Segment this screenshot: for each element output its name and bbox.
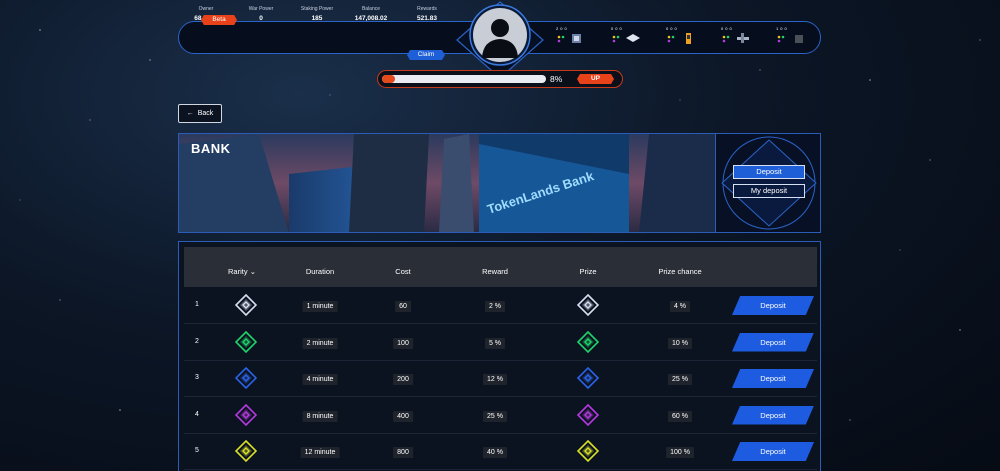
rarity-table: Rarity ⌄ Duration Cost Reward Prize Priz… — [178, 241, 821, 471]
duration-value: 4 minute — [302, 374, 338, 385]
stat-value: 185 — [311, 15, 323, 22]
duration-value: 12 minute — [300, 447, 340, 458]
header-rarity[interactable]: Rarity ⌄ — [228, 267, 256, 276]
my-deposit-button[interactable]: My deposit — [733, 184, 805, 198]
back-button[interactable]: ← Back — [178, 104, 222, 123]
resource-box: 000 — [611, 26, 641, 44]
rarity-gem-icon — [577, 294, 599, 316]
arrow-left-icon: ← — [186, 110, 194, 117]
rarity-gem-icon — [235, 403, 257, 426]
stat-war-power: War Power 0 — [244, 6, 278, 22]
table-header: Rarity ⌄ Duration Cost Reward Prize Priz… — [184, 247, 817, 287]
table-row: 2 2 minute 100 5 % 10 % Deposit — [184, 325, 817, 361]
header-cost: Cost — [395, 267, 411, 276]
stat-staking-power: Staking Power 185 — [298, 6, 336, 22]
stat-balance: Balance 147,008.02 — [352, 6, 390, 22]
stat-label: Owner — [198, 6, 214, 12]
tools-icon — [722, 33, 749, 43]
duration-value: 2 minute — [302, 337, 338, 349]
stat-rewards: Rewards 521.83 — [410, 6, 444, 22]
row-number: 1 — [195, 301, 199, 308]
duration-value: 8 minute — [302, 410, 338, 422]
claim-button[interactable]: Claim — [407, 50, 445, 60]
resource-cube: 100 — [776, 26, 806, 44]
beta-badge: Beta — [201, 15, 237, 25]
rarity-gem-icon — [577, 367, 599, 389]
back-label: Back — [197, 110, 214, 117]
up-button[interactable]: UP — [577, 74, 614, 84]
reward-value: 40 % — [483, 447, 507, 458]
rarity-gem-icon — [235, 367, 257, 389]
bank-banner: TokenLands Bank BANK Deposit My deposit — [178, 133, 821, 233]
rarity-gem-icon — [577, 403, 599, 426]
progress-percent: 8% — [550, 74, 563, 84]
prize-chance-value: 10 % — [668, 337, 692, 349]
avatar[interactable] — [455, 0, 545, 80]
box-icon — [612, 34, 640, 43]
rarity-gem-icon — [577, 330, 599, 353]
resource-tools: 000 — [721, 26, 751, 44]
rarity-gem-icon — [577, 440, 599, 462]
table-row: 5 12 minute 800 40 % 100 % Deposit — [184, 434, 817, 470]
bank-banner-image: TokenLands Bank — [179, 134, 715, 232]
header-reward: Reward — [482, 267, 508, 276]
prize-chance-value: 100 % — [666, 447, 694, 458]
reward-value: 25 % — [483, 410, 507, 422]
row-deposit-button[interactable]: Deposit — [732, 332, 814, 352]
table-row: 3 4 minute 200 12 % 25 % Deposit — [184, 361, 817, 397]
row-number: 5 — [195, 447, 199, 454]
cost-value: 60 — [395, 301, 411, 312]
table-row: 1 1 minute 60 2 % 4 % Deposit — [184, 288, 817, 324]
row-number: 2 — [195, 337, 199, 345]
stat-value: 0 — [259, 15, 263, 22]
stat-label: Staking Power — [300, 6, 334, 12]
progress-fill — [382, 75, 396, 83]
row-number: 4 — [195, 410, 199, 418]
row-deposit-button[interactable]: Deposit — [732, 369, 814, 388]
row-number: 3 — [195, 374, 199, 381]
cost-value: 200 — [393, 374, 413, 385]
cost-value: 800 — [393, 447, 413, 458]
reward-value: 12 % — [483, 374, 507, 385]
header-prize: Prize — [579, 267, 597, 276]
stat-label: War Power — [248, 6, 274, 12]
reward-value: 5 % — [484, 337, 506, 349]
reward-value: 2 % — [484, 301, 506, 312]
rarity-gem-icon — [235, 440, 257, 462]
prize-chance-value: 4 % — [669, 301, 691, 312]
rarity-gem-icon — [235, 330, 257, 353]
chip-icon — [557, 34, 581, 43]
resource-battery: 000 — [666, 26, 696, 44]
deposit-panel: Deposit My deposit — [715, 134, 820, 232]
stat-value: 521.83 — [417, 15, 437, 22]
resource-chip: 200 — [556, 26, 586, 44]
header-duration: Duration — [305, 267, 335, 276]
header-prize-chance: Prize chance — [658, 267, 702, 276]
progress-track — [382, 75, 546, 83]
chevron-down-icon: ⌄ — [249, 267, 256, 276]
prize-chance-value: 60 % — [668, 410, 692, 422]
row-deposit-button[interactable]: Deposit — [732, 296, 814, 315]
table-row: 4 8 minute 400 25 % 60 % Deposit — [184, 398, 817, 434]
cube-icon — [777, 35, 803, 43]
cost-value: 100 — [393, 337, 413, 349]
duration-value: 1 minute — [302, 301, 338, 312]
stat-label: Balance — [361, 6, 381, 12]
stat-value: 147,008.02 — [354, 15, 388, 22]
stat-label: Rewards — [417, 6, 437, 12]
battery-icon — [667, 33, 691, 44]
cost-value: 400 — [393, 410, 413, 422]
rarity-gem-icon — [235, 294, 257, 316]
page-title: BANK — [191, 141, 231, 156]
progress-bar: 8% UP — [377, 70, 623, 88]
row-deposit-button[interactable]: Deposit — [732, 442, 814, 461]
row-deposit-button[interactable]: Deposit — [732, 405, 814, 425]
deposit-button[interactable]: Deposit — [733, 165, 805, 179]
prize-chance-value: 25 % — [668, 374, 692, 385]
